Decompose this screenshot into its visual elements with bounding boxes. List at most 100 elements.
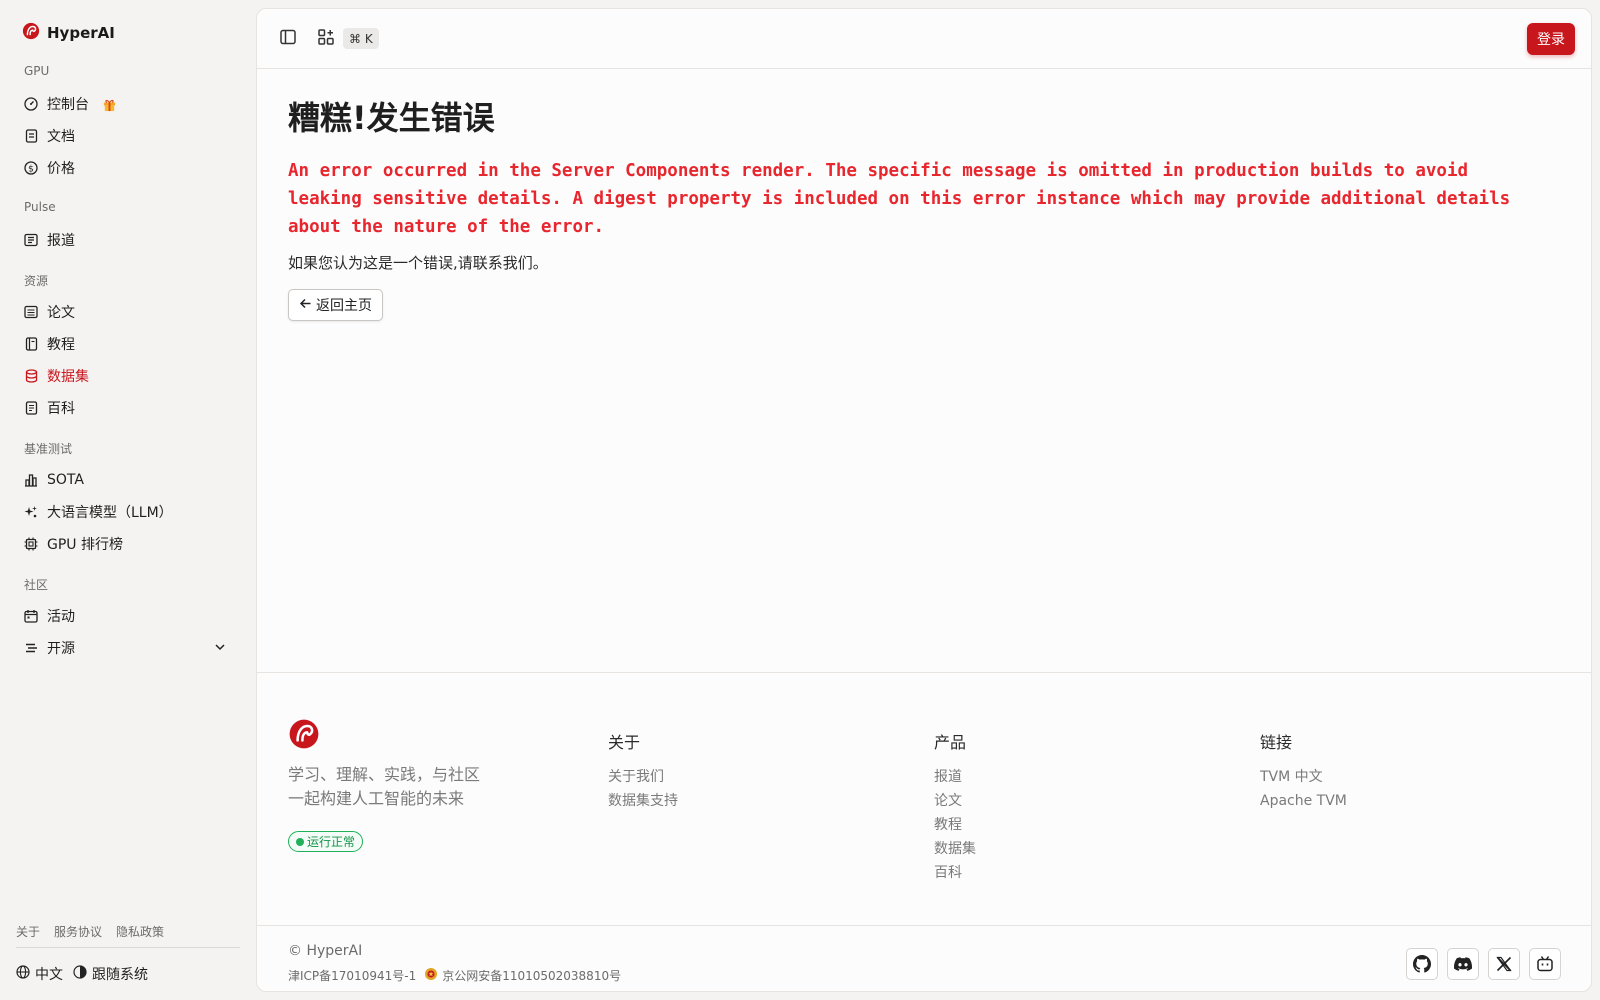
sidebar-item-label: 活动 — [47, 609, 75, 625]
section-label-gpu: GPU — [24, 64, 50, 78]
main-panel: ⌘ K 登录 糟糕!发生错误 An error occurred in the … — [256, 8, 1592, 992]
language-selector[interactable]: 中文 — [16, 964, 63, 984]
footer-logo-icon — [288, 718, 320, 754]
footer-column-title: 产品 — [934, 733, 967, 752]
section-label-resources: 资源 — [24, 274, 49, 288]
sidebar-item-label: 大语言模型（LLM） — [47, 505, 173, 521]
sidebar-item-opensource[interactable]: 开源 — [16, 633, 240, 663]
footer-link-papers[interactable]: 论文 — [934, 789, 976, 813]
theme-selector[interactable]: 跟随系统 — [73, 964, 148, 984]
sidebar-item-label: 价格 — [47, 161, 75, 177]
footer: 学习、理解、实践，与社区 一起构建人工智能的未来 运行正常 关于 关于我们 数据… — [257, 672, 1591, 991]
sidebar-item-tutorials[interactable]: 教程 — [16, 329, 240, 359]
footer-link-datasets[interactable]: 数据集 — [934, 837, 976, 861]
login-button[interactable]: 登录 — [1527, 23, 1575, 55]
status-badge[interactable]: 运行正常 — [288, 831, 364, 852]
sidebar: HyperAI GPU 控制台 文档 $ 价格 Pulse 报道 资源 论文 教… — [0, 0, 256, 1000]
sidebar-item-label: 文档 — [47, 129, 75, 145]
footer-tagline: 学习、理解、实践，与社区 一起构建人工智能的未来 — [288, 763, 480, 811]
wiki-icon — [24, 401, 38, 415]
sidebar-item-wiki[interactable]: 百科 — [16, 393, 240, 423]
police-record-label: 京公网安备11010502038810号 — [442, 969, 622, 983]
paper-icon — [24, 305, 38, 319]
terms-link[interactable]: 服务协议 — [54, 923, 102, 940]
github-icon[interactable] — [1406, 948, 1438, 980]
book-icon — [24, 337, 38, 351]
section-label-benchmark: 基准测试 — [24, 442, 73, 456]
footer-link-news[interactable]: 报道 — [934, 765, 976, 789]
footer-link-dataset-support[interactable]: 数据集支持 — [608, 789, 678, 813]
tagline-line-2: 一起构建人工智能的未来 — [288, 789, 465, 808]
privacy-link[interactable]: 隐私政策 — [116, 923, 164, 940]
sidebar-item-label: 数据集 — [47, 369, 89, 385]
arrow-left-icon — [299, 297, 312, 313]
error-message: An error occurred in the Server Componen… — [288, 161, 1511, 237]
sidebar-divider — [16, 947, 240, 948]
globe-icon — [16, 965, 30, 983]
sidebar-item-label: 开源 — [47, 641, 75, 657]
sidebar-toggle-icon[interactable] — [279, 28, 297, 46]
calendar-icon — [24, 609, 38, 623]
sidebar-item-label: 控制台 — [47, 97, 89, 113]
footer-bottom: © HyperAI 津ICP备17010941号-1 京公网安备11010502… — [257, 925, 1591, 991]
sidebar-footer-links: 关于 服务协议 隐私政策 — [16, 923, 164, 940]
sidebar-item-events[interactable]: 活动 — [16, 601, 240, 631]
police-record[interactable]: 京公网安备11010502038810号 — [424, 967, 621, 984]
footer-link-wiki[interactable]: 百科 — [934, 861, 976, 885]
list-icon — [24, 641, 38, 655]
chip-icon — [24, 537, 38, 551]
about-link[interactable]: 关于 — [16, 923, 40, 940]
discord-icon[interactable] — [1447, 948, 1479, 980]
chevron-down-icon[interactable] — [214, 641, 226, 657]
topbar: ⌘ K 登录 — [257, 9, 1591, 69]
tagline-line-1: 学习、理解、实践，与社区 — [288, 765, 481, 784]
sidebar-item-label: 教程 — [47, 337, 75, 353]
sidebar-item-label: GPU 排行榜 — [47, 537, 123, 553]
sidebar-item-console[interactable]: 控制台 — [16, 89, 240, 119]
sidebar-item-llm[interactable]: 大语言模型（LLM） — [16, 497, 240, 527]
theme-icon — [73, 965, 87, 983]
sidebar-item-news[interactable]: 报道 — [16, 225, 240, 255]
error-hint: 如果您认为这是一个错误,请联系我们。 — [288, 254, 548, 272]
hyperai-logo-icon — [22, 22, 40, 44]
search-shortcut-hint[interactable]: ⌘ K — [343, 28, 379, 49]
footer-link-tutorials[interactable]: 教程 — [934, 813, 976, 837]
section-label-pulse: Pulse — [24, 200, 56, 214]
sidebar-item-pricing[interactable]: $ 价格 — [16, 153, 240, 183]
sidebar-item-label: 百科 — [47, 401, 75, 417]
brand-name: HyperAI — [47, 24, 115, 42]
sidebar-item-label: 报道 — [47, 233, 75, 249]
footer-column-links: 链接 TVM 中文 Apache TVM — [1260, 729, 1347, 813]
sidebar-item-datasets[interactable]: 数据集 — [16, 361, 240, 391]
copyright: © HyperAI — [288, 943, 363, 959]
footer-link-about-us[interactable]: 关于我们 — [608, 765, 678, 789]
back-home-label: 返回主页 — [316, 297, 372, 313]
x-twitter-icon[interactable] — [1488, 948, 1520, 980]
footer-link-apache-tvm[interactable]: Apache TVM — [1260, 789, 1347, 813]
brand[interactable]: HyperAI — [22, 22, 115, 44]
section-label-community: 社区 — [24, 578, 49, 592]
sidebar-settings: 中文 跟随系统 — [16, 964, 148, 984]
dollar-circle-icon: $ — [24, 161, 38, 175]
police-badge-icon — [424, 967, 438, 984]
footer-column-title: 关于 — [608, 733, 641, 752]
sidebar-item-label: 论文 — [47, 305, 75, 321]
icp-info: 津ICP备17010941号-1 京公网安备11010502038810号 — [288, 967, 621, 984]
footer-link-tvm-cn[interactable]: TVM 中文 — [1260, 765, 1347, 789]
sidebar-item-gpu-rank[interactable]: GPU 排行榜 — [16, 529, 240, 559]
bilibili-icon[interactable] — [1529, 948, 1561, 980]
sidebar-item-papers[interactable]: 论文 — [16, 297, 240, 327]
apps-grid-icon[interactable] — [317, 28, 335, 46]
database-icon — [24, 369, 38, 383]
language-label: 中文 — [35, 967, 63, 983]
svg-text:$: $ — [28, 165, 34, 175]
sidebar-item-docs[interactable]: 文档 — [16, 121, 240, 151]
document-icon — [24, 129, 38, 143]
social-links — [1406, 948, 1561, 980]
sidebar-item-sota[interactable]: SOTA — [16, 465, 240, 495]
back-home-button[interactable]: 返回主页 — [288, 289, 383, 321]
theme-label: 跟随系统 — [92, 967, 148, 983]
icp-link[interactable]: 津ICP备17010941号-1 — [288, 967, 416, 984]
error-title: 糟糕!发生错误 — [288, 99, 495, 137]
newspaper-icon — [24, 233, 38, 247]
